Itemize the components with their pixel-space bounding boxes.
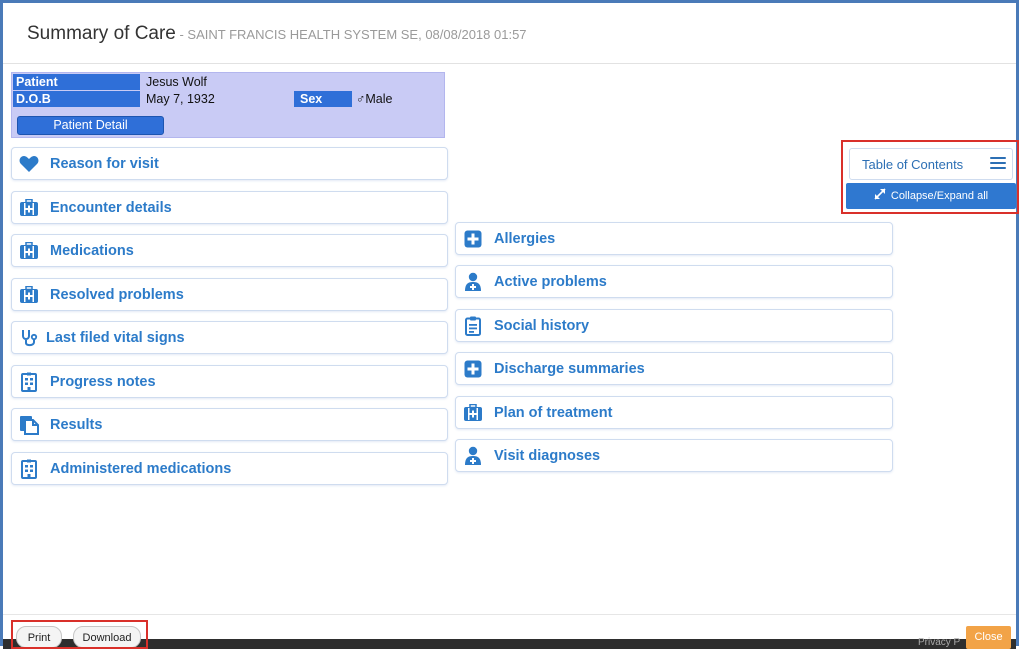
heart-icon xyxy=(18,153,40,175)
hospital-building-icon xyxy=(18,458,40,480)
close-button[interactable]: Close xyxy=(966,626,1011,649)
section-social-history[interactable]: Social history xyxy=(455,309,893,342)
privacy-link[interactable]: Privacy P xyxy=(918,637,960,648)
section-label: Visit diagnoses xyxy=(494,447,601,464)
medical-kit-icon xyxy=(18,240,40,262)
section-resolved-problems[interactable]: Resolved problems xyxy=(11,278,448,311)
section-results[interactable]: Results xyxy=(11,408,448,441)
patient-info-box: Patient Jesus Wolf D.O.B May 7, 1932 Sex… xyxy=(11,72,445,138)
title-subtitle: - SAINT FRANCIS HEALTH SYSTEM SE, 08/08/… xyxy=(175,27,527,42)
section-label: Allergies xyxy=(494,230,556,247)
user-doctor-icon xyxy=(462,445,484,467)
section-label: Plan of treatment xyxy=(494,404,613,421)
patient-name: Jesus Wolf xyxy=(146,75,207,89)
bottom-strip xyxy=(3,639,1016,649)
documents-icon xyxy=(18,414,40,436)
medical-kit-icon xyxy=(462,402,484,424)
page-title: Summary of Care - SAINT FRANCIS HEALTH S… xyxy=(27,23,527,45)
section-label: Active problems xyxy=(494,273,607,290)
section-medications[interactable]: Medications xyxy=(11,234,448,267)
section-label: Reason for visit xyxy=(50,155,159,172)
sex-label: Sex xyxy=(294,91,352,107)
section-label: Discharge summaries xyxy=(494,360,645,377)
clipboard-icon xyxy=(462,315,484,337)
patient-label: Patient xyxy=(13,74,140,90)
section-encounter-details[interactable]: Encounter details xyxy=(11,191,448,224)
title-text: Summary of Care xyxy=(27,23,176,44)
plus-square-icon xyxy=(462,358,484,380)
section-reason-for-visit[interactable]: Reason for visit xyxy=(11,147,448,180)
section-label: Administered medications xyxy=(50,460,232,477)
section-label: Results xyxy=(50,416,103,433)
dob-label: D.O.B xyxy=(13,91,140,107)
section-administered-medications[interactable]: Administered medications xyxy=(11,452,448,485)
stethoscope-icon xyxy=(18,327,40,349)
section-label: Resolved problems xyxy=(50,286,184,303)
section-progress-notes[interactable]: Progress notes xyxy=(11,365,448,398)
footer-highlight-outline xyxy=(11,620,148,649)
hospital-building-icon xyxy=(18,371,40,393)
sex-value: ♂Male xyxy=(356,92,393,106)
dob-value: May 7, 1932 xyxy=(146,92,215,106)
section-plan-of-treatment[interactable]: Plan of treatment xyxy=(455,396,893,429)
medical-kit-icon xyxy=(18,197,40,219)
patient-detail-button[interactable]: Patient Detail xyxy=(17,116,164,135)
section-label: Last filed vital signs xyxy=(46,329,185,346)
section-label: Social history xyxy=(494,317,590,334)
section-last-filed-vital-signs[interactable]: Last filed vital signs xyxy=(11,321,448,354)
section-discharge-summaries[interactable]: Discharge summaries xyxy=(455,352,893,385)
user-doctor-icon xyxy=(462,271,484,293)
dialog-header: Summary of Care - SAINT FRANCIS HEALTH S… xyxy=(3,3,1016,64)
section-visit-diagnoses[interactable]: Visit diagnoses xyxy=(455,439,893,472)
section-label: Medications xyxy=(50,242,134,259)
toc-highlight-outline xyxy=(841,140,1019,214)
section-active-problems[interactable]: Active problems xyxy=(455,265,893,298)
section-label: Progress notes xyxy=(50,373,156,390)
section-allergies[interactable]: Allergies xyxy=(455,222,893,255)
medical-kit-icon xyxy=(18,284,40,306)
plus-square-icon xyxy=(462,228,484,250)
section-label: Encounter details xyxy=(50,199,172,216)
